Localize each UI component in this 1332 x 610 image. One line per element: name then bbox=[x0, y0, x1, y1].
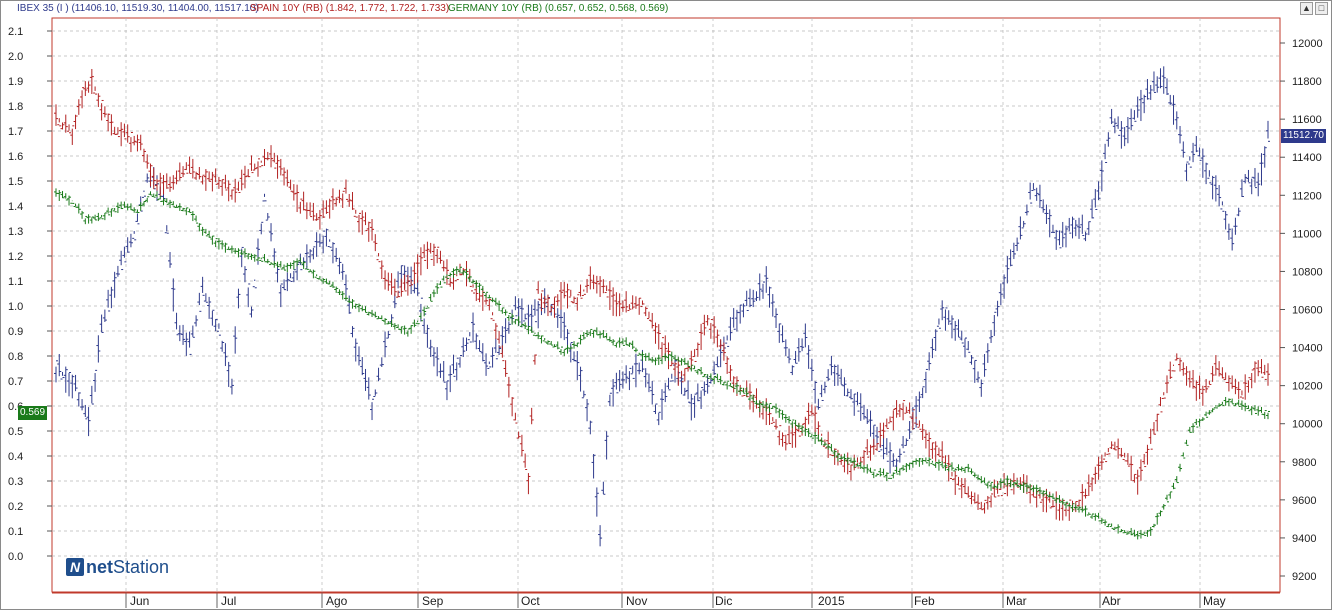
right-tick-label: 11800 bbox=[1292, 76, 1322, 88]
right-tick-label: 10400 bbox=[1292, 343, 1323, 355]
left-tick-label: 1.9 bbox=[8, 76, 23, 88]
x-tick-label: Abr bbox=[1102, 594, 1121, 608]
right-tick-label: 11200 bbox=[1292, 190, 1322, 202]
right-tick-label: 11000 bbox=[1292, 228, 1322, 240]
x-tick-label: Feb bbox=[914, 594, 935, 608]
netstation-logo: N net Station bbox=[66, 556, 169, 578]
left-tick-label: 2.0 bbox=[8, 51, 23, 63]
right-tick-label: 9800 bbox=[1292, 457, 1316, 469]
x-tick-label: Jul bbox=[221, 594, 236, 608]
ohlc-chart[interactable]: 2.1 2.0 1.9 1.8 1.7 1.6 1.5 1.4 1.3 1.2 1.1 1.0 0.9 0… bbox=[0, 0, 1332, 610]
left-tick-label: 1.0 bbox=[8, 301, 23, 313]
window-restore-button[interactable]: □ bbox=[1315, 2, 1328, 15]
right-tick-label: 10600 bbox=[1292, 305, 1323, 317]
right-tick-label: 9600 bbox=[1292, 495, 1316, 507]
germany-last-value-badge: 0.569 bbox=[18, 406, 48, 420]
spain-header-label: SPAIN 10Y (RB) (1.842, 1.772, 1.722, 1.7… bbox=[250, 3, 450, 14]
left-tick-label: 0.0 bbox=[8, 551, 23, 563]
right-tick-label: 11400 bbox=[1292, 152, 1322, 164]
x-tick-label: Sep bbox=[422, 594, 444, 608]
chart-window: 2.1 2.0 1.9 1.8 1.7 1.6 1.5 1.4 1.3 1.2 1.1 1.0 0.9 0… bbox=[0, 0, 1332, 610]
right-tick-label: 11600 bbox=[1292, 114, 1322, 126]
left-tick-label: 1.3 bbox=[8, 226, 23, 238]
right-tick-label: 10800 bbox=[1292, 266, 1323, 278]
ibex-last-value-badge: 11512.70 bbox=[1281, 129, 1326, 143]
x-tick-label: Oct bbox=[521, 594, 540, 608]
x-tick-label: Nov bbox=[626, 594, 647, 608]
right-tick-label: 9200 bbox=[1292, 571, 1316, 583]
x-tick-label: Jun bbox=[130, 594, 149, 608]
ibex-header-label: IBEX 35 (I ) (11406.10, 11519.30, 11404.… bbox=[17, 3, 259, 14]
window-maximize-button[interactable]: ▲ bbox=[1300, 2, 1313, 15]
x-tick-label: Dic bbox=[715, 594, 732, 608]
left-tick-label: 1.8 bbox=[8, 101, 23, 113]
left-tick-label: 0.4 bbox=[8, 451, 23, 463]
right-tick-label: 10000 bbox=[1292, 419, 1323, 431]
x-tick-label: Ago bbox=[326, 594, 348, 608]
netstation-logo-text-bold: net bbox=[86, 556, 113, 577]
left-tick-label: 1.1 bbox=[8, 276, 23, 288]
left-tick-label: 1.6 bbox=[8, 151, 23, 163]
left-tick-label: 2.1 bbox=[8, 26, 23, 38]
netstation-logo-mark: N bbox=[66, 558, 84, 576]
right-tick-label: 10200 bbox=[1292, 381, 1323, 393]
x-tick-label: May bbox=[1203, 594, 1226, 608]
left-tick-label: 1.2 bbox=[8, 251, 23, 263]
x-tick-label: 2015 bbox=[818, 594, 845, 608]
left-tick-label: 0.9 bbox=[8, 326, 23, 338]
left-tick-label: 1.5 bbox=[8, 176, 23, 188]
left-tick-label: 0.8 bbox=[8, 351, 23, 363]
right-tick-label: 12000 bbox=[1292, 38, 1323, 50]
left-tick-label: 0.7 bbox=[8, 376, 23, 388]
x-tick-label: Mar bbox=[1006, 594, 1027, 608]
left-tick-label: 0.1 bbox=[8, 526, 23, 538]
left-tick-label: 0.2 bbox=[8, 501, 23, 513]
left-tick-label: 1.4 bbox=[8, 201, 23, 213]
netstation-logo-text: Station bbox=[113, 556, 170, 577]
right-tick-label: 9400 bbox=[1292, 533, 1316, 545]
germany-header-label: GERMANY 10Y (RB) (0.657, 0.652, 0.568, 0… bbox=[448, 3, 669, 14]
left-tick-label: 1.7 bbox=[8, 126, 23, 138]
left-tick-label: 0.5 bbox=[8, 426, 23, 438]
left-tick-label: 0.3 bbox=[8, 476, 23, 488]
